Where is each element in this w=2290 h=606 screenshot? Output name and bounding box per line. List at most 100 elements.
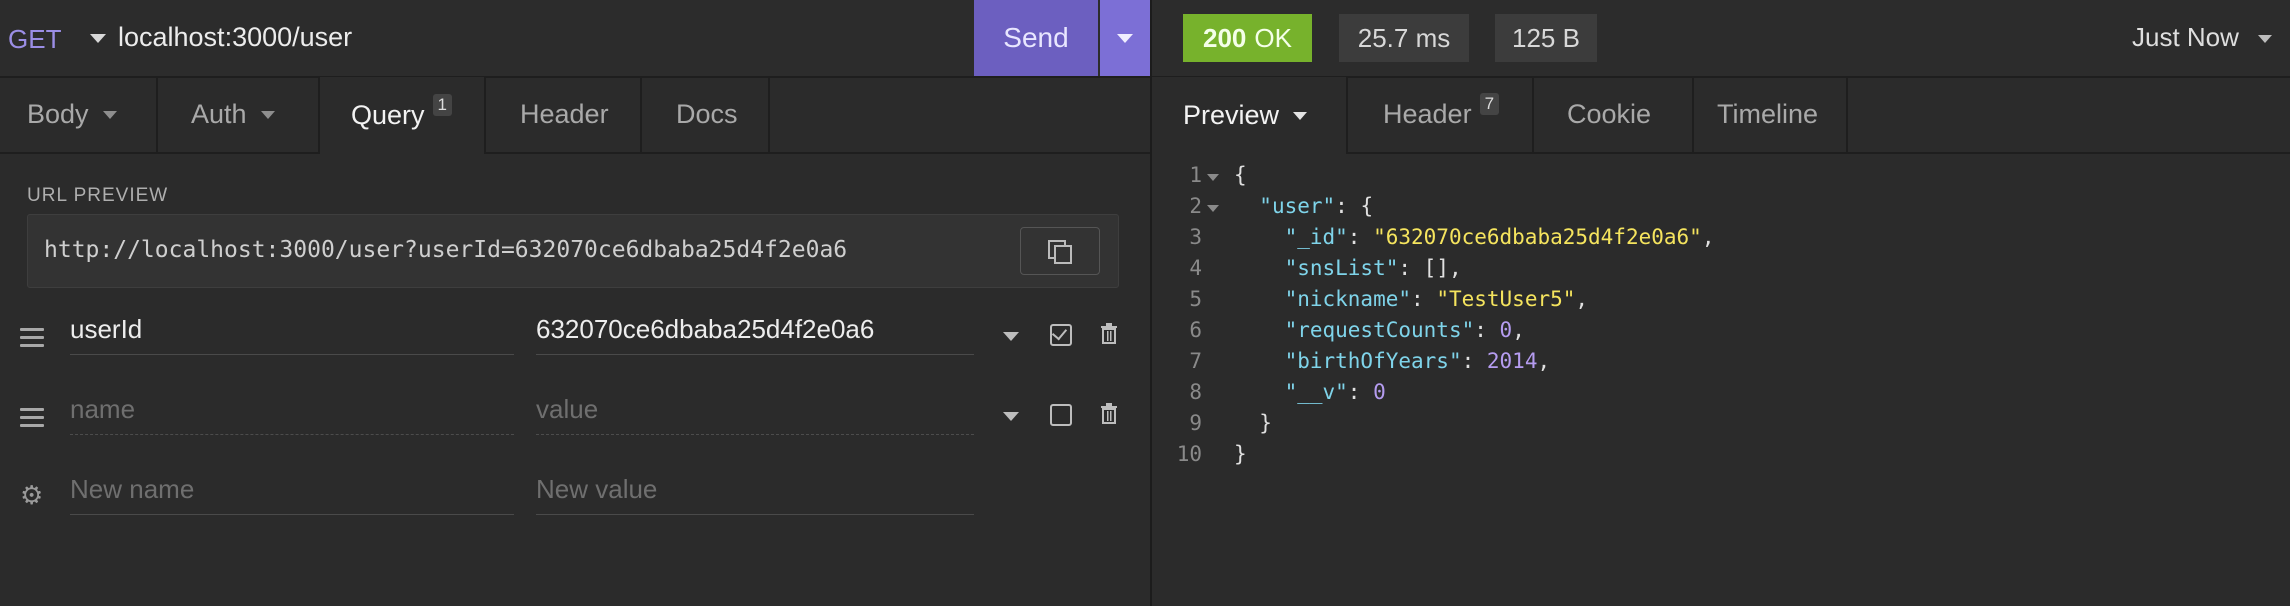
chevron-down-icon (2258, 35, 2273, 44)
tab-label: Header (1383, 99, 1472, 129)
line-number: 8 (1189, 380, 1202, 404)
send-button[interactable]: Send (974, 0, 1098, 76)
code-line: "user": { (1259, 194, 1374, 218)
status-badge: 200 OK (1183, 14, 1312, 62)
param-options-dropdown-icon[interactable] (1003, 332, 1019, 341)
code-line: "_id": "632070ce6dbaba25d4f2e0a6", (1284, 225, 1715, 249)
tab-divider (640, 77, 642, 152)
trash-icon[interactable] (1100, 322, 1118, 344)
line-number: 4 (1189, 256, 1202, 280)
line-number: 2 (1189, 194, 1202, 218)
json-array: [] (1423, 256, 1449, 280)
code-brace: } (1259, 411, 1272, 435)
tab-divider (1692, 77, 1694, 152)
drag-handle-icon[interactable] (20, 328, 44, 352)
json-key: "user" (1259, 194, 1336, 218)
tab-header[interactable]: Header (520, 77, 609, 152)
response-tabs: Preview Header 7 Cookie Timeline (1152, 77, 2290, 154)
code-line: "nickname": "TestUser5", (1284, 287, 1589, 311)
query-param-row: name value (0, 380, 1150, 458)
send-options-button[interactable] (1100, 0, 1150, 76)
tab-docs[interactable]: Docs (676, 77, 738, 152)
param-value-field[interactable]: 632070ce6dbaba25d4f2e0a6 (536, 314, 974, 355)
chevron-down-icon (260, 110, 275, 119)
tab-response-header[interactable]: Header 7 (1383, 77, 1500, 152)
code-line: "snsList": [], (1284, 256, 1462, 280)
method-dropdown-icon[interactable] (90, 34, 106, 43)
new-param-row: ⚙ New name New value (0, 460, 1150, 538)
new-param-name-field[interactable]: New name (70, 474, 514, 515)
json-key: "nickname" (1284, 287, 1412, 311)
copy-icon (1048, 240, 1072, 264)
json-key: "requestCounts" (1284, 318, 1475, 342)
line-number: 3 (1189, 225, 1202, 249)
header-count-badge: 7 (1479, 92, 1500, 115)
url-preview-text: http://localhost:3000/user?userId=632070… (44, 237, 848, 263)
line-number: 1 (1189, 163, 1202, 187)
code-line: } (1234, 442, 1247, 466)
response-time-badge: 25.7 ms (1339, 14, 1469, 62)
line-number: 9 (1189, 411, 1202, 435)
line-number: 7 (1189, 349, 1202, 373)
tab-timeline[interactable]: Timeline (1717, 77, 1818, 152)
query-param-row: userId 632070ce6dbaba25d4f2e0a6 (0, 300, 1150, 378)
tab-divider (1846, 77, 1848, 152)
json-number: 0 (1373, 380, 1386, 404)
param-name-field[interactable]: name (70, 394, 514, 435)
json-key: "_id" (1284, 225, 1348, 249)
param-enabled-checkbox[interactable] (1050, 324, 1072, 346)
fold-toggle-icon[interactable] (1207, 205, 1219, 212)
param-enabled-checkbox[interactable] (1050, 404, 1072, 426)
tab-query[interactable]: Query 1 (318, 77, 486, 154)
drag-handle-icon[interactable] (20, 408, 44, 432)
tab-preview[interactable]: Preview (1152, 77, 1348, 154)
tab-label: Body (27, 99, 89, 129)
code-line: } (1234, 411, 1272, 435)
tab-auth[interactable]: Auth (191, 77, 275, 152)
url-bar: GET localhost:3000/user Send (0, 0, 1150, 78)
json-key: "birthOfYears" (1284, 349, 1462, 373)
chevron-down-icon (1117, 34, 1133, 43)
param-options-dropdown-icon[interactable] (1003, 412, 1019, 421)
code-line: { (1234, 163, 1247, 187)
query-count-badge: 1 (432, 93, 452, 116)
json-key: "snsList" (1284, 256, 1399, 280)
tab-divider (156, 77, 158, 152)
json-key: "__v" (1284, 380, 1348, 404)
json-number: 2014 (1486, 349, 1538, 373)
http-method-selector[interactable]: GET (8, 24, 61, 55)
param-name-field[interactable]: userId (70, 314, 514, 355)
json-string: "TestUser5" (1436, 287, 1576, 311)
response-status-bar: 200 OK 25.7 ms 125 B Just Now (1152, 0, 2290, 78)
tab-divider (1532, 77, 1534, 152)
chevron-down-icon (102, 110, 117, 119)
request-pane: GET localhost:3000/user Send Body Auth Q… (0, 0, 1150, 606)
status-code: 200 (1203, 22, 1247, 53)
tab-divider (768, 77, 770, 152)
line-number: 10 (1176, 442, 1202, 466)
tab-body[interactable]: Body (27, 77, 117, 152)
response-size-badge: 125 B (1495, 14, 1597, 62)
tab-cookie[interactable]: Cookie (1567, 77, 1651, 152)
fold-toggle-icon[interactable] (1207, 174, 1219, 181)
trash-icon[interactable] (1100, 402, 1118, 424)
tab-label: Auth (191, 99, 247, 129)
tab-label: Header (520, 99, 609, 129)
gear-icon: ⚙ (20, 480, 44, 510)
tab-label: Preview (1183, 100, 1280, 130)
tab-label: Docs (676, 99, 738, 129)
code-line: "__v": 0 (1284, 380, 1386, 404)
url-input[interactable]: localhost:3000/user (118, 22, 352, 53)
tab-label: Timeline (1717, 99, 1819, 129)
param-value-field[interactable]: value (536, 394, 974, 435)
response-history-dropdown[interactable]: Just Now (2132, 22, 2273, 53)
json-number: 0 (1499, 318, 1513, 342)
request-tabs: Body Auth Query 1 Header Docs (0, 77, 1150, 154)
new-param-value-field[interactable]: New value (536, 474, 974, 515)
tab-label: Query (351, 100, 425, 130)
code-line: "requestCounts": 0, (1284, 318, 1525, 342)
code-line: "birthOfYears": 2014, (1284, 349, 1551, 373)
copy-url-button[interactable] (1020, 227, 1100, 275)
status-text: OK (1254, 22, 1292, 53)
history-label: Just Now (2132, 22, 2239, 52)
